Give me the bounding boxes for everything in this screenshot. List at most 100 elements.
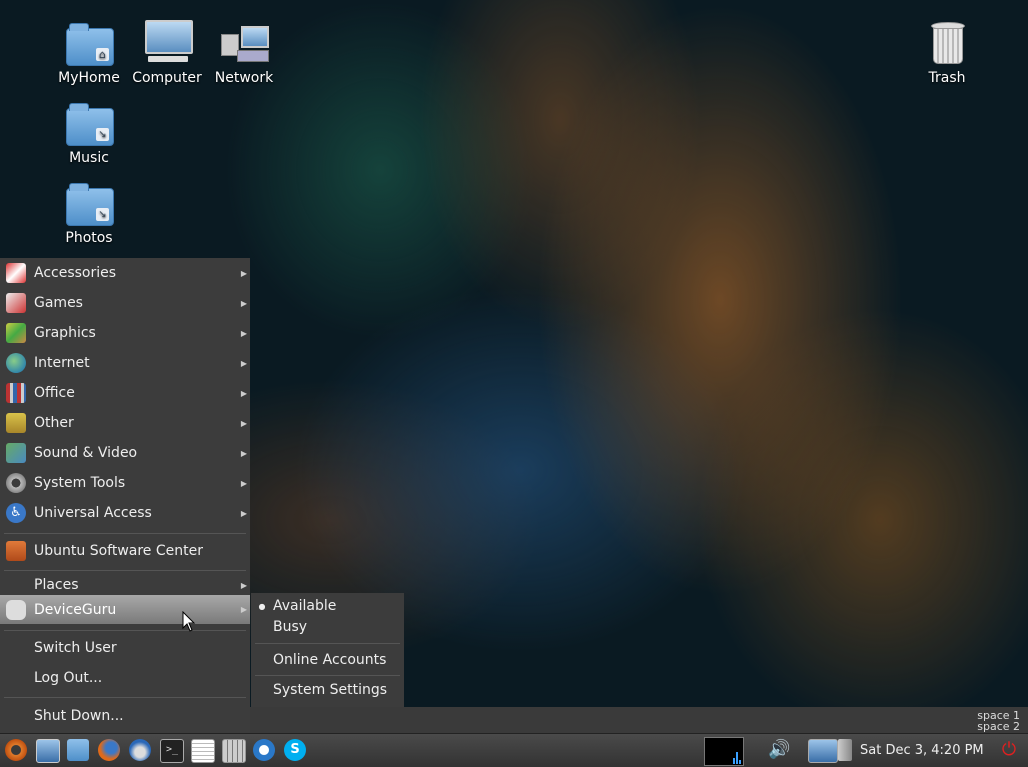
- submenu-item-system-settings[interactable]: System Settings: [251, 679, 404, 701]
- desktop-icon-computer[interactable]: Computer: [129, 20, 205, 86]
- trash-icon: [922, 20, 972, 66]
- file-manager-icon[interactable]: [67, 739, 89, 761]
- desktop-icon-trash[interactable]: Trash: [909, 20, 985, 86]
- terminal-icon[interactable]: >_: [160, 739, 184, 763]
- desktop-icon-label: Computer: [132, 70, 202, 86]
- menu-separator: [4, 533, 246, 534]
- network-status-icon[interactable]: [808, 739, 838, 763]
- firefox-icon[interactable]: [98, 739, 120, 761]
- menu-item-label: System Tools: [34, 475, 126, 491]
- accessories-icon: [6, 263, 26, 283]
- submenu-item-label: Online Accounts: [273, 652, 387, 668]
- desktop-icon-label: Music: [69, 150, 109, 166]
- menu-item-universal-access[interactable]: ♿ Universal Access ▶: [0, 498, 250, 528]
- desktop-icon-music[interactable]: ↘ Music: [51, 100, 127, 166]
- submenu-arrow-icon: ▶: [240, 418, 247, 428]
- submenu-arrow-icon: ▶: [240, 478, 247, 488]
- submenu-arrow-icon: ▶: [240, 580, 247, 590]
- clock[interactable]: Sat Dec 3, 4:20 PM: [860, 743, 984, 758]
- menu-item-shut-down[interactable]: Shut Down...: [0, 701, 250, 731]
- submenu-item-available[interactable]: ● Available: [251, 595, 404, 617]
- desktop-icon-label: Trash: [928, 70, 966, 86]
- menu-item-label: Games: [34, 295, 83, 311]
- user-chat-icon: [6, 599, 26, 620]
- application-menu: Accessories ▶ Games ▶ Graphics ▶ Interne…: [0, 258, 250, 733]
- music-folder-icon: ↘: [64, 100, 114, 146]
- submenu-separator: [255, 643, 400, 644]
- menu-item-switch-user[interactable]: Switch User: [0, 633, 250, 663]
- main-menu-icon[interactable]: [5, 739, 27, 761]
- menu-item-internet[interactable]: Internet ▶: [0, 348, 250, 378]
- skype-icon[interactable]: S: [284, 739, 306, 761]
- menu-item-sound-video[interactable]: Sound & Video ▶: [0, 438, 250, 468]
- show-desktop-icon[interactable]: [36, 739, 60, 763]
- submenu-item-online-accounts[interactable]: Online Accounts: [251, 649, 404, 671]
- menu-item-label: Accessories: [34, 265, 117, 281]
- office-icon: [6, 383, 26, 403]
- submenu-item-label: Busy: [273, 619, 308, 635]
- mouse-cursor-icon: [182, 611, 196, 632]
- taskbar: >_ S 🔊 Sat Dec 3, 4:20 PM ⏻: [0, 733, 1028, 767]
- submenu-separator: [255, 675, 400, 676]
- submenu-arrow-icon: ▶: [240, 448, 247, 458]
- menu-item-label: Office: [34, 385, 75, 401]
- submenu-item-busy[interactable]: Busy: [251, 616, 404, 638]
- other-icon: [6, 413, 26, 433]
- menu-item-log-out[interactable]: Log Out...: [0, 663, 250, 693]
- menu-item-label: Graphics: [34, 325, 96, 341]
- deviceguru-submenu: ● Available Busy Online Accounts System …: [251, 593, 404, 707]
- menu-item-label: Sound & Video: [34, 445, 138, 461]
- workspace-2[interactable]: space 2: [977, 721, 1020, 732]
- submenu-arrow-icon: ▶: [240, 358, 247, 368]
- menu-item-label: Ubuntu Software Center: [34, 543, 203, 559]
- menu-separator: [4, 630, 246, 631]
- submenu-arrow-icon: ▶: [240, 328, 247, 338]
- menu-item-games[interactable]: Games ▶: [0, 288, 250, 318]
- home-folder-icon: ⌂: [64, 20, 114, 66]
- menu-separator: [4, 697, 246, 698]
- menu-item-office[interactable]: Office ▶: [0, 378, 250, 408]
- menu-item-label: Other: [34, 415, 74, 431]
- volume-icon[interactable]: 🔊: [768, 739, 790, 761]
- menu-item-other[interactable]: Other ▶: [0, 408, 250, 438]
- menu-item-ubuntu-software-center[interactable]: Ubuntu Software Center: [0, 536, 250, 566]
- submenu-item-label: Available: [273, 598, 337, 614]
- battery-icon[interactable]: [838, 739, 852, 761]
- menu-item-label: Internet: [34, 355, 90, 371]
- selected-bullet-icon: ●: [258, 601, 266, 611]
- menu-item-graphics[interactable]: Graphics ▶: [0, 318, 250, 348]
- software-center-icon: [6, 541, 26, 561]
- submenu-arrow-icon: ▶: [240, 508, 247, 518]
- submenu-arrow-icon: ▶: [240, 388, 247, 398]
- universal-access-icon: ♿: [6, 503, 26, 523]
- submenu-arrow-icon: ▶: [240, 605, 247, 614]
- menu-item-accessories[interactable]: Accessories ▶: [0, 258, 250, 288]
- thunderbird-icon[interactable]: [129, 739, 151, 761]
- submenu-arrow-icon: ▶: [240, 268, 247, 278]
- desktop-icon-myhome[interactable]: ⌂ MyHome: [51, 20, 127, 86]
- desktop-icon-label: Photos: [65, 230, 113, 246]
- submenu-arrow-icon: ▶: [240, 298, 247, 308]
- menu-item-deviceguru[interactable]: DeviceGuru ▶: [0, 595, 250, 624]
- desktop-icon-photos[interactable]: ↘ Photos: [51, 180, 127, 246]
- desktop-icon-network[interactable]: Network: [206, 20, 282, 86]
- network-icon: [219, 20, 269, 66]
- sound-video-icon: [6, 443, 26, 463]
- workspace-pager: space 1 space 2: [250, 707, 1028, 733]
- desktop-icon-label: MyHome: [58, 70, 120, 86]
- submenu-item-label: System Settings: [273, 682, 388, 698]
- menu-item-label: Log Out...: [34, 670, 103, 686]
- menu-item-label: DeviceGuru: [34, 601, 117, 618]
- menu-item-label: Shut Down...: [34, 708, 124, 724]
- menu-item-system-tools[interactable]: System Tools ▶: [0, 468, 250, 498]
- system-tools-icon: [6, 473, 26, 493]
- cpu-monitor-icon[interactable]: [704, 737, 744, 766]
- power-icon[interactable]: ⏻: [998, 739, 1020, 761]
- wifi-icon[interactable]: [253, 739, 275, 761]
- menu-item-label: Universal Access: [34, 505, 152, 521]
- internet-icon: [6, 353, 26, 373]
- menu-item-label: Places: [34, 577, 79, 593]
- desktop-icon-label: Network: [214, 70, 274, 86]
- calculator-icon[interactable]: [222, 739, 246, 763]
- text-editor-icon[interactable]: [191, 739, 215, 763]
